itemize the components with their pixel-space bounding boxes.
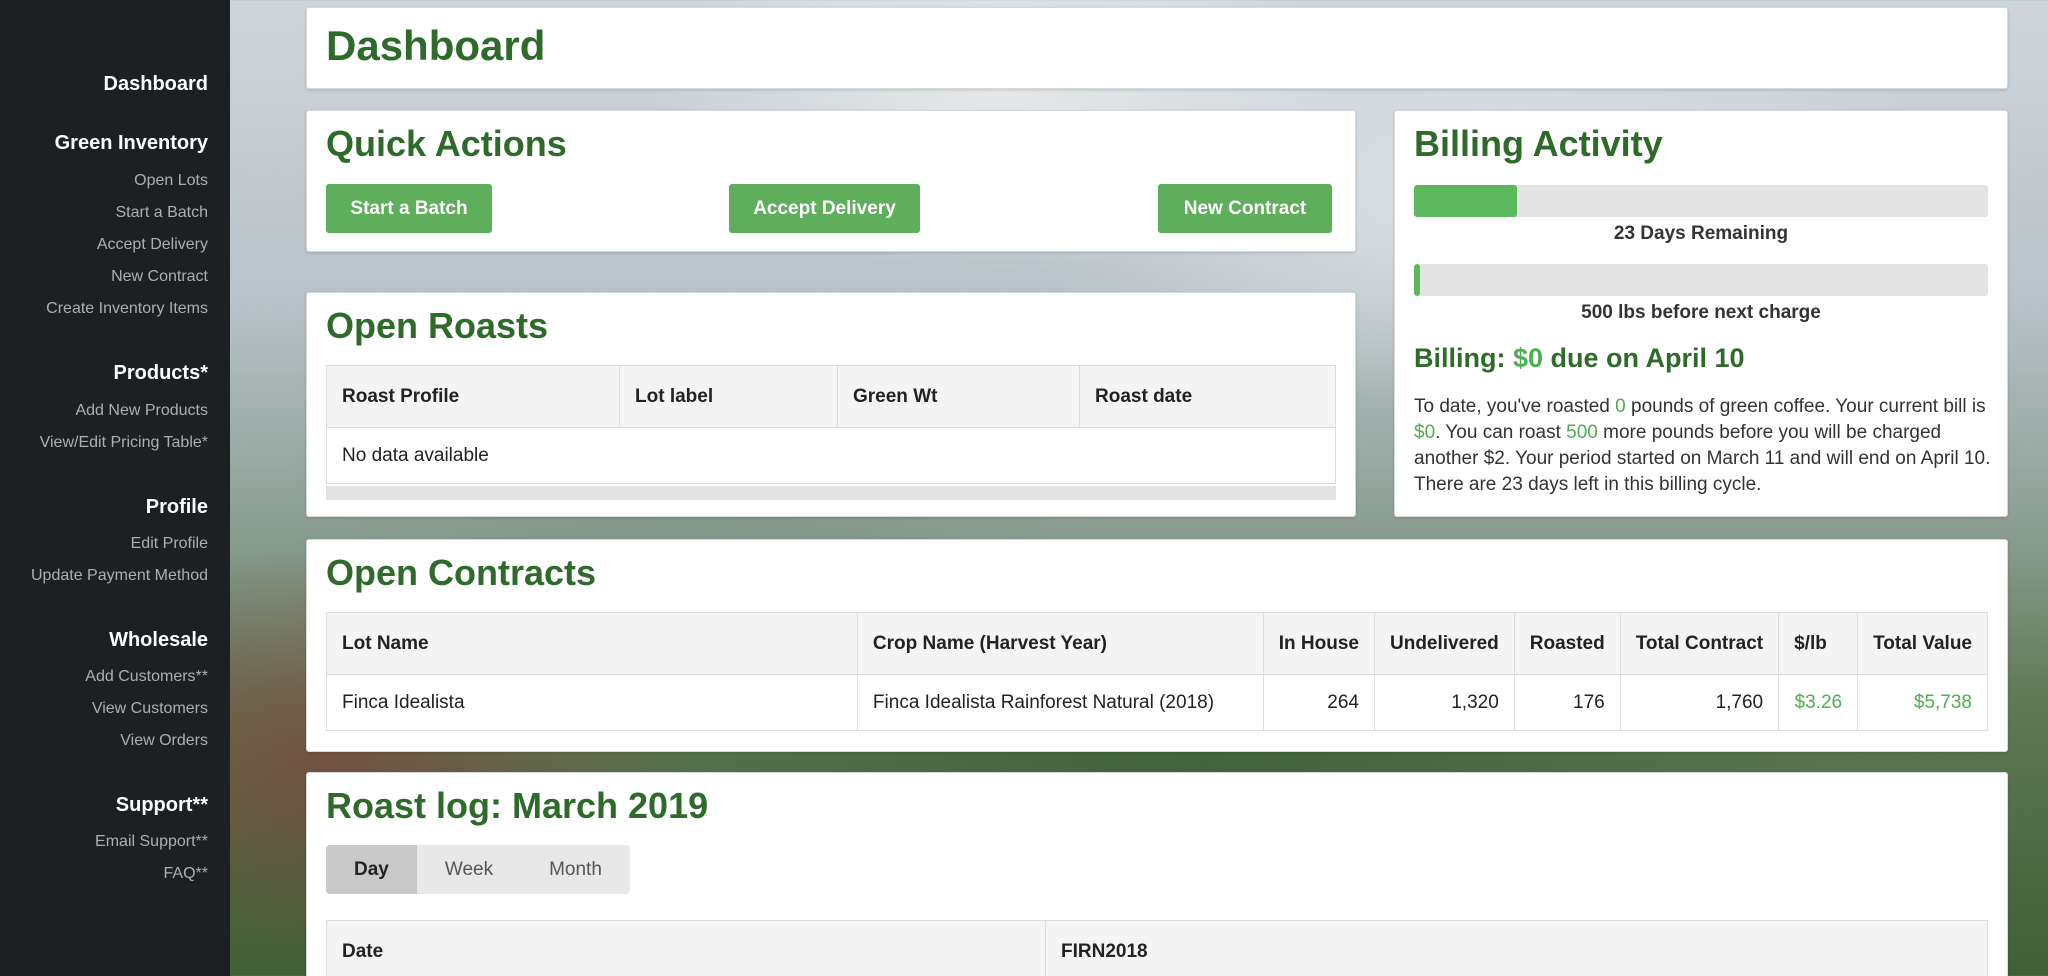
days-progress-bar	[1414, 185, 1988, 217]
table-header-row: Date FIRN2018	[326, 920, 1988, 976]
column-header[interactable]: Total Contract	[1619, 612, 1780, 675]
sidebar-item-faq[interactable]: FAQ**	[164, 865, 208, 883]
sidebar-item-start-batch[interactable]: Start a Batch	[116, 204, 209, 222]
open-contracts-title: Open Contracts	[326, 552, 597, 593]
sidebar-item-view-customers[interactable]: View Customers	[92, 700, 208, 718]
billing-activity-card: Billing Activity 23 Days Remaining 500 l…	[1394, 110, 2008, 517]
lbs-progress-bar	[1414, 264, 1988, 296]
roast-log-title: Roast log: March 2019	[326, 785, 709, 826]
billing-title: Billing Activity	[1414, 123, 1663, 164]
column-header[interactable]: $/lb	[1778, 612, 1859, 675]
table-header-row: Roast Profile Lot label Green Wt Roast d…	[326, 365, 1336, 428]
sidebar-item-add-new-products[interactable]: Add New Products	[75, 402, 208, 420]
billing-due-amount: $0	[1512, 343, 1544, 373]
sidebar-item-accept-delivery[interactable]: Accept Delivery	[97, 236, 208, 254]
billing-due-line: Billing: $0 due on April 10	[1414, 343, 1745, 374]
summary-text: To date, you've roasted	[1414, 396, 1616, 417]
quick-actions-title: Quick Actions	[326, 123, 567, 164]
period-toggle: Day Week Month	[326, 845, 630, 894]
summary-bill-value: $0	[1414, 422, 1436, 443]
sidebar-item-update-payment[interactable]: Update Payment Method	[31, 567, 208, 585]
column-header[interactable]: Crop Name (Harvest Year)	[856, 612, 1264, 675]
cell-lot-name: Finca Idealista	[326, 674, 858, 731]
days-remaining-label: 23 Days Remaining	[1613, 223, 1789, 244]
sidebar-heading-wholesale[interactable]: Wholesale	[109, 629, 208, 652]
tab-month[interactable]: Month	[521, 845, 630, 894]
open-roasts-title: Open Roasts	[326, 305, 549, 346]
quick-actions-card: Quick Actions Start a Batch Accept Deliv…	[306, 110, 1356, 252]
lbs-progress-fill	[1414, 264, 1420, 296]
lbs-remaining-label: 500 lbs before next charge	[1581, 302, 1821, 323]
column-header[interactable]: Roasted	[1513, 612, 1621, 675]
cell-roasted: 176	[1513, 674, 1621, 731]
tab-week[interactable]: Week	[417, 845, 521, 894]
sidebar-heading-products[interactable]: Products*	[114, 362, 208, 385]
summary-roasted-value: 0	[1615, 396, 1626, 417]
sidebar-item-view-orders[interactable]: View Orders	[120, 732, 208, 750]
sidebar-item-create-inventory-items[interactable]: Create Inventory Items	[46, 300, 208, 318]
column-header[interactable]: Undelivered	[1374, 612, 1515, 675]
roast-log-card: Roast log: March 2019 Day Week Month Dat…	[306, 772, 2008, 976]
column-header[interactable]: Total Value	[1857, 612, 1988, 675]
column-header[interactable]: Roast Profile	[326, 365, 620, 428]
open-contracts-card: Open Contracts Lot Name Crop Name (Harve…	[306, 539, 2008, 752]
sidebar: Dashboard Green Inventory Open Lots Star…	[0, 0, 230, 976]
accept-delivery-button[interactable]: Accept Delivery	[729, 184, 920, 233]
summary-text: . You can roast	[1435, 422, 1567, 443]
sidebar-item-edit-profile[interactable]: Edit Profile	[131, 535, 208, 553]
column-header[interactable]: Green Wt	[837, 365, 1080, 428]
open-contracts-table: Lot Name Crop Name (Harvest Year) In Hou…	[326, 612, 1988, 731]
sidebar-item-new-contract[interactable]: New Contract	[111, 268, 208, 286]
cell-undelivered: 1,320	[1374, 674, 1515, 731]
sidebar-item-open-lots[interactable]: Open Lots	[134, 172, 208, 190]
table-row: No data available	[326, 427, 1336, 484]
start-batch-button[interactable]: Start a Batch	[326, 184, 492, 233]
sidebar-item-email-support[interactable]: Email Support**	[95, 833, 208, 851]
days-progress-fill	[1414, 185, 1518, 217]
column-header[interactable]: FIRN2018	[1045, 920, 1988, 976]
roast-log-table: Date FIRN2018	[326, 920, 1988, 976]
tab-day[interactable]: Day	[326, 845, 417, 894]
open-roasts-table: Roast Profile Lot label Green Wt Roast d…	[326, 365, 1336, 484]
sidebar-heading-profile[interactable]: Profile	[146, 496, 208, 519]
empty-message: No data available	[326, 427, 1336, 484]
cell-total-value: $5,738	[1857, 674, 1988, 731]
column-header[interactable]: Lot Name	[326, 612, 858, 675]
column-header[interactable]: Roast date	[1079, 365, 1336, 428]
sidebar-item-dashboard[interactable]: Dashboard	[104, 73, 208, 96]
new-contract-button[interactable]: New Contract	[1158, 184, 1332, 233]
open-roasts-card: Open Roasts Roast Profile Lot label Gree…	[306, 292, 1356, 517]
dashboard-header-card: Dashboard	[306, 7, 2008, 89]
billing-due-prefix: Billing:	[1414, 343, 1513, 373]
billing-summary: To date, you've roasted 0 pounds of gree…	[1414, 394, 1992, 498]
sidebar-item-pricing-table[interactable]: View/Edit Pricing Table*	[40, 434, 208, 452]
sidebar-heading-green-inventory[interactable]: Green Inventory	[55, 132, 208, 155]
cell-total-contract: 1,760	[1619, 674, 1780, 731]
column-header[interactable]: In House	[1262, 612, 1376, 675]
summary-can-roast-value: 500	[1566, 422, 1598, 443]
column-header[interactable]: Date	[326, 920, 1046, 976]
cell-crop-name: Finca Idealista Rainforest Natural (2018…	[856, 674, 1264, 731]
column-header[interactable]: Lot label	[619, 365, 838, 428]
sidebar-heading-support[interactable]: Support**	[116, 794, 208, 817]
cell-in-house: 264	[1262, 674, 1376, 731]
horizontal-scrollbar[interactable]	[326, 486, 1336, 500]
table-row[interactable]: Finca Idealista Finca Idealista Rainfore…	[326, 674, 1988, 731]
summary-text: pounds of green coffee. Your current bil…	[1625, 396, 1986, 417]
cell-price-per-lb: $3.26	[1778, 674, 1859, 731]
table-header-row: Lot Name Crop Name (Harvest Year) In Hou…	[326, 612, 1988, 675]
sidebar-item-add-customers[interactable]: Add Customers**	[85, 668, 208, 686]
billing-due-suffix: due on April 10	[1543, 343, 1745, 373]
page-title: Dashboard	[326, 22, 546, 69]
